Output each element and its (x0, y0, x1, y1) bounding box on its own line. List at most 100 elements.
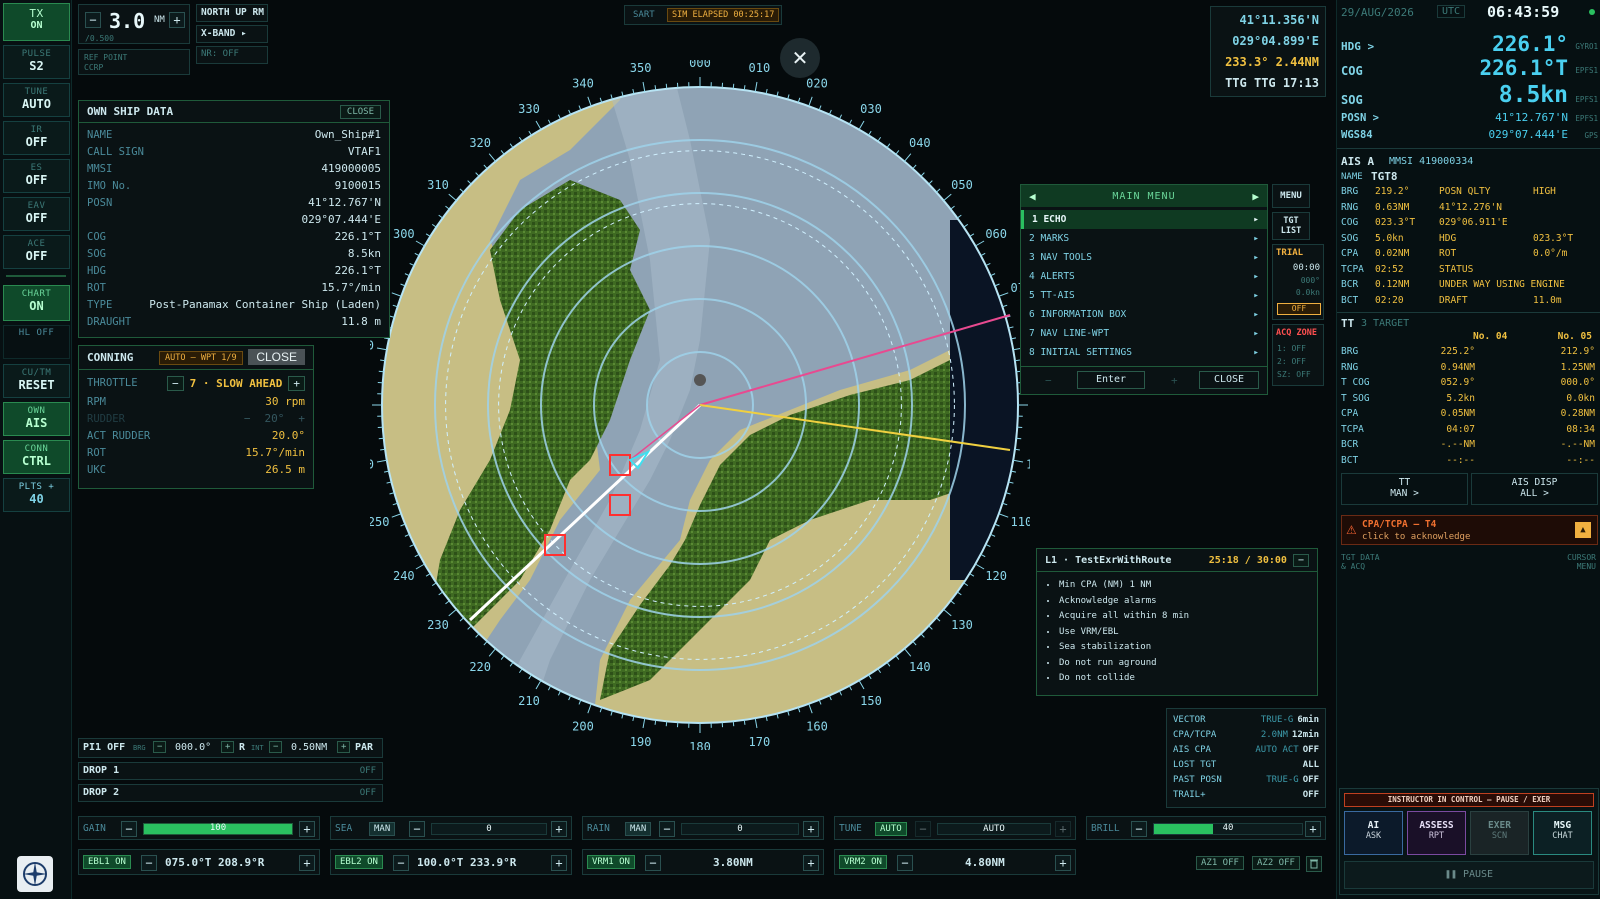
menu-item[interactable]: 5 TT-AIS ▸ (1021, 286, 1267, 305)
own-ais-button[interactable]: OWN AIS (3, 402, 70, 436)
acq-zone-box[interactable]: ACQ ZONE 1: OFF 2: OFF SZ: OFF (1272, 324, 1324, 386)
menu-item[interactable]: 2 MARKS ▸ (1021, 229, 1267, 248)
vrm2-plus-button[interactable]: + (1055, 855, 1071, 871)
ebl1-toggle[interactable]: EBL1 ON (83, 855, 131, 869)
rain-slider[interactable]: 0 (681, 823, 799, 835)
orientation-mode-button[interactable]: NORTH UP RM (196, 4, 268, 22)
az2-toggle[interactable]: AZ2 OFF (1252, 856, 1300, 870)
vrm1-toggle[interactable]: VRM1 ON (587, 855, 635, 869)
tune-plus-button[interactable]: + (1055, 821, 1071, 837)
menu-minus-button[interactable]: − (1045, 374, 1052, 387)
ebl2-minus-button[interactable]: − (393, 855, 409, 871)
trash-icon[interactable] (1306, 856, 1322, 872)
hdg-label[interactable]: HDG > (1341, 40, 1374, 53)
exer-scn-button[interactable]: EXER SCN (1470, 811, 1529, 855)
radar-ppi[interactable]: 0000100200300400500600700800901001101201… (370, 60, 1030, 750)
sea-slider[interactable]: 0 (431, 823, 547, 835)
ebl2-plus-button[interactable]: + (551, 855, 567, 871)
cutm-reset-button[interactable]: CU/TM RESET (3, 364, 70, 398)
rudder-plus-button[interactable]: + (298, 412, 305, 425)
assess-rpt-button[interactable]: ASSESS RPT (1407, 811, 1466, 855)
hl-button[interactable]: HL OFF (3, 325, 70, 359)
tune-slider[interactable]: AUTO (937, 823, 1051, 835)
tune-minus-button[interactable]: − (915, 821, 931, 837)
throttle-plus-button[interactable]: + (288, 375, 305, 391)
pi-int-plus[interactable]: + (337, 741, 351, 753)
menu-item[interactable]: 3 NAV TOOLS ▸ (1021, 248, 1267, 267)
tune-mode-toggle[interactable]: AUTO (875, 822, 907, 836)
drop2-row[interactable]: DROP 2 OFF (78, 784, 383, 802)
ace-button[interactable]: ACE OFF (3, 235, 70, 269)
vector-setting-row[interactable]: PAST POSN TRUE-G OFF (1167, 772, 1325, 787)
menu-button[interactable]: MENU (1272, 184, 1310, 208)
acknowledge-bell-icon[interactable]: ▲ (1575, 522, 1591, 538)
tgt-data-acq-button[interactable]: TGT DATA & ACQ (1341, 553, 1380, 571)
ai-ask-button[interactable]: AI ASK (1344, 811, 1403, 855)
chart-button[interactable]: CHART ON (3, 285, 70, 321)
menu-item[interactable]: 7 NAV LINE-WPT ▸ (1021, 324, 1267, 343)
eav-button[interactable]: EAV OFF (3, 197, 70, 231)
rain-minus-button[interactable]: − (659, 821, 675, 837)
drop1-row[interactable]: DROP 1 OFF (78, 762, 383, 780)
rain-plus-button[interactable]: + (803, 821, 819, 837)
ais-disp-button[interactable]: AIS DISP ALL > (1471, 473, 1598, 505)
conning-close-button[interactable]: CLOSE (248, 349, 305, 365)
pi1-toggle[interactable]: PI1 OFF (83, 742, 125, 753)
posn-label[interactable]: POSN > (1341, 112, 1379, 124)
menu-enter-button[interactable]: Enter (1077, 371, 1145, 389)
menu-next-button[interactable]: ▶ (1252, 190, 1259, 203)
vector-setting-row[interactable]: TRAIL+ OFF (1167, 787, 1325, 802)
brill-minus-button[interactable]: − (1131, 821, 1147, 837)
gain-minus-button[interactable]: − (121, 821, 137, 837)
ebl1-plus-button[interactable]: + (299, 855, 315, 871)
menu-item[interactable]: 4 ALERTS ▸ (1021, 267, 1267, 286)
rudder-minus-button[interactable]: − (244, 412, 251, 425)
msg-chat-button[interactable]: MSG CHAT (1533, 811, 1592, 855)
menu-item[interactable]: 6 INFORMATION BOX ▸ (1021, 305, 1267, 324)
vector-setting-row[interactable]: LOST TGT ALL (1167, 757, 1325, 772)
trial-box[interactable]: TRIAL 00:00 000° 0.0kn OFF (1272, 244, 1324, 320)
sea-minus-button[interactable]: − (409, 821, 425, 837)
az1-toggle[interactable]: AZ1 OFF (1196, 856, 1244, 870)
rain-mode-toggle[interactable]: MAN (625, 822, 652, 836)
gain-plus-button[interactable]: + (299, 821, 315, 837)
conn-ctrl-button[interactable]: CONN CTRL (3, 440, 70, 474)
ir-button[interactable]: IR OFF (3, 121, 70, 155)
pi-brg-minus[interactable]: − (153, 741, 167, 753)
tune-button[interactable]: TUNE AUTO (3, 83, 70, 117)
par-toggle[interactable]: PAR (355, 742, 373, 753)
tt-man-button[interactable]: TT MAN > (1341, 473, 1468, 505)
trial-toggle[interactable]: OFF (1277, 303, 1321, 315)
gain-slider[interactable]: 100 (143, 823, 293, 835)
menu-prev-button[interactable]: ◀ (1029, 190, 1036, 203)
band-button[interactable]: X-BAND ▸ (196, 25, 268, 43)
brill-plus-button[interactable]: + (1305, 821, 1321, 837)
own-ship-close-button[interactable]: CLOSE (339, 104, 381, 119)
lesson-minimize-button[interactable]: − (1292, 553, 1309, 567)
vector-setting-row[interactable]: CPA/TCPA 2.0NM 12min (1167, 727, 1325, 742)
es-button[interactable]: ES OFF (3, 159, 70, 193)
throttle-minus-button[interactable]: − (167, 375, 184, 391)
cpa-tcpa-alert[interactable]: ⚠ CPA/TCPA — T4 click to acknowledge ▲ (1341, 515, 1598, 545)
cursor-menu-button[interactable]: CURSOR MENU (1567, 553, 1596, 571)
tx-button[interactable]: TX ON (3, 3, 70, 41)
menu-item[interactable]: 1 ECHO ▸ (1021, 210, 1267, 229)
nr-button[interactable]: NR: OFF (196, 46, 268, 64)
vector-setting-row[interactable]: VECTOR TRUE-G 6min (1167, 712, 1325, 727)
menu-close-button[interactable]: CLOSE (1199, 371, 1259, 389)
range-plus-button[interactable]: + (169, 12, 185, 28)
vrm1-minus-button[interactable]: − (645, 855, 661, 871)
vector-setting-row[interactable]: AIS CPA AUTO ACT OFF (1167, 742, 1325, 757)
menu-plus-button[interactable]: + (1171, 374, 1178, 387)
ebl1-minus-button[interactable]: − (141, 855, 157, 871)
range-minus-button[interactable]: − (85, 12, 101, 28)
menu-item[interactable]: 8 INITIAL SETTINGS ▸ (1021, 343, 1267, 362)
ebl2-toggle[interactable]: EBL2 ON (335, 855, 383, 869)
vrm2-minus-button[interactable]: − (897, 855, 913, 871)
pi-brg-plus[interactable]: + (221, 741, 235, 753)
plts-button[interactable]: PLTS + 40 (3, 478, 70, 512)
pulse-button[interactable]: PULSE S2 (3, 45, 70, 79)
ref-point-box[interactable]: REF POINT CCRP (78, 49, 190, 75)
sea-plus-button[interactable]: + (551, 821, 567, 837)
pause-button[interactable]: ❚❚ PAUSE (1344, 861, 1594, 889)
